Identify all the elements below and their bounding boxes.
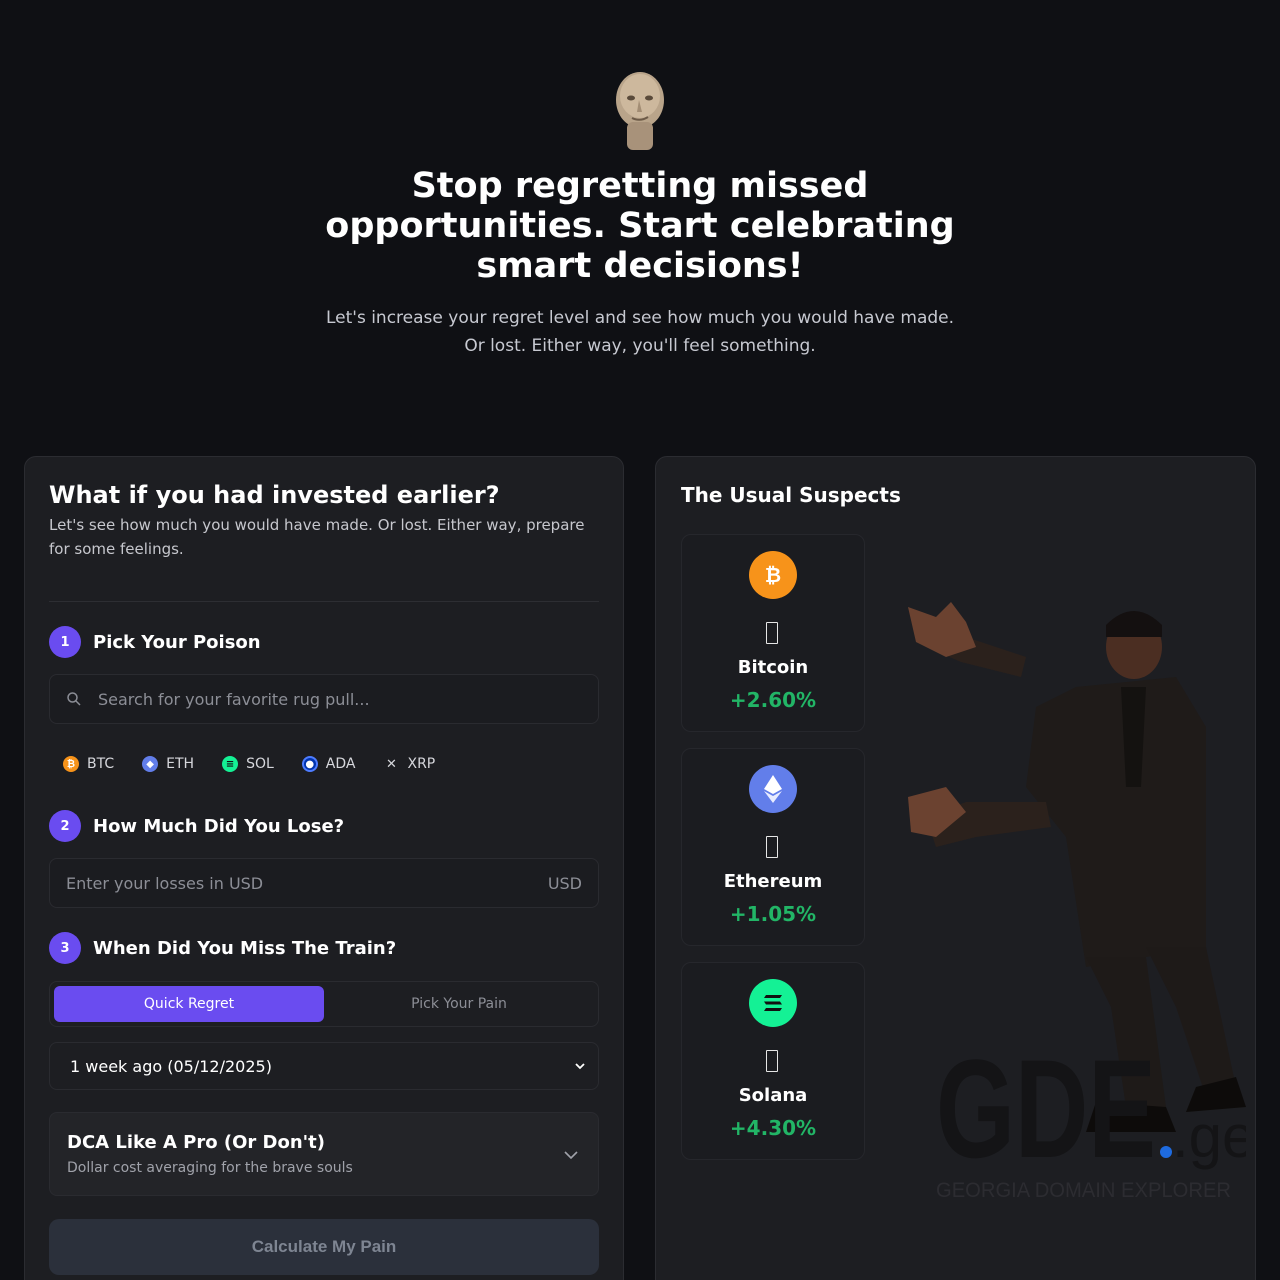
currency-label: USD [547, 873, 582, 893]
suspects-title: The Usual Suspects [681, 483, 901, 507]
chevron-down-icon [575, 1063, 585, 1070]
chip-label: BTC [87, 756, 115, 772]
coin-chip-btc[interactable]: ₿ BTC [55, 749, 122, 779]
hero-title: Stop regretting missed opportunities. St… [325, 166, 955, 286]
coin-chip-xrp[interactable]: ✕ XRP [375, 749, 443, 779]
hero-subtitle: Let's increase your regret level and see… [325, 308, 955, 356]
coin-search-input[interactable]: Search for your favorite rug pull... [49, 674, 599, 724]
date-select-value: 1 week ago (05/12/2025) [70, 1056, 272, 1076]
svg-text:GDE: GDE [936, 1032, 1156, 1187]
step-label: How Much Did You Lose? [93, 815, 345, 837]
coin-card-bitcoin[interactable]: ₿ Bitcoin +2.60% [681, 534, 865, 732]
svg-text:₿: ₿ [765, 563, 781, 587]
search-icon [67, 692, 81, 706]
amount-input[interactable]: Enter your losses in USD USD [49, 858, 599, 908]
tab-pick-your-pain[interactable]: Pick Your Pain [324, 986, 594, 1022]
solana-icon [749, 979, 797, 1027]
cardano-icon: ● [301, 756, 318, 772]
chip-label: ADA [325, 756, 356, 772]
ethereum-icon: ◆ [142, 756, 159, 772]
step-3: 3 When Did You Miss The Train? [49, 932, 396, 964]
missing-glyph-icon [766, 836, 778, 858]
step-1: 1 Pick Your Poison [49, 626, 261, 658]
solana-icon: ≡ [222, 756, 239, 772]
date-select[interactable]: 1 week ago (05/12/2025) [49, 1042, 599, 1090]
svg-text:.ge: .ge [1172, 1103, 1246, 1170]
coin-name: Bitcoin [737, 657, 809, 678]
coin-name: Solana [738, 1085, 808, 1106]
missing-glyph-icon [766, 622, 778, 644]
coin-chip-eth[interactable]: ◆ ETH [134, 749, 202, 779]
coin-chip-sol[interactable]: ≡ SOL [214, 749, 282, 779]
coin-card-solana[interactable]: Solana +4.30% [681, 962, 865, 1160]
search-placeholder: Search for your favorite rug pull... [98, 689, 370, 709]
coin-name: Ethereum [723, 871, 823, 892]
tab-quick-regret[interactable]: Quick Regret [54, 986, 324, 1022]
chip-label: XRP [407, 756, 436, 772]
xrp-icon: ✕ [386, 756, 397, 772]
chip-label: ETH [166, 756, 195, 772]
divider [49, 601, 599, 602]
step-number: 3 [49, 932, 81, 964]
bitcoin-icon: ₿ [63, 756, 79, 772]
usual-suspects-card: The Usual Suspects ₿ Bitcoin +2.60% Ethe… [655, 456, 1256, 1280]
amount-placeholder: Enter your losses in USD [66, 873, 264, 893]
date-mode-tabs: Quick Regret Pick Your Pain [49, 981, 599, 1027]
chevron-down-icon [564, 1151, 578, 1160]
dca-accordion[interactable]: DCA Like A Pro (Or Don't) Dollar cost av… [49, 1112, 599, 1196]
missing-glyph-icon [766, 1050, 778, 1072]
meme-man-avatar [616, 72, 664, 150]
dca-subtitle: Dollar cost averaging for the brave soul… [67, 1160, 353, 1176]
coin-card-ethereum[interactable]: Ethereum +1.05% [681, 748, 865, 946]
step-label: Pick Your Poison [93, 631, 261, 653]
quick-coin-chips: ₿ BTC ◆ ETH ≡ SOL ● ADA ✕ XRP [55, 749, 443, 779]
step-number: 1 [49, 626, 81, 658]
dca-title: DCA Like A Pro (Or Don't) [67, 1132, 325, 1153]
step-number: 2 [49, 810, 81, 842]
gde-watermark-logo: GDE .ge GEORGIA DOMAIN EXPLORER [936, 1030, 1255, 1212]
bitcoin-icon: ₿ [749, 551, 797, 599]
form-description: Let's see how much you would have made. … [49, 516, 585, 558]
coin-change: +1.05% [729, 902, 817, 926]
svg-text:GEORGIA DOMAIN EXPLORER: GEORGIA DOMAIN EXPLORER [936, 1179, 1231, 1202]
coin-change: +2.60% [729, 688, 817, 712]
chip-label: SOL [246, 756, 274, 772]
coin-change: +4.30% [729, 1116, 817, 1140]
step-label: When Did You Miss The Train? [93, 937, 397, 959]
coin-chip-ada[interactable]: ● ADA [294, 749, 364, 779]
form-title: What if you had invested earlier? [49, 481, 500, 509]
calculate-button[interactable]: Calculate My Pain [49, 1219, 599, 1275]
investment-form-card: What if you had invested earlier? Let's … [24, 456, 624, 1280]
step-2: 2 How Much Did You Lose? [49, 810, 344, 842]
ethereum-icon [749, 765, 797, 813]
